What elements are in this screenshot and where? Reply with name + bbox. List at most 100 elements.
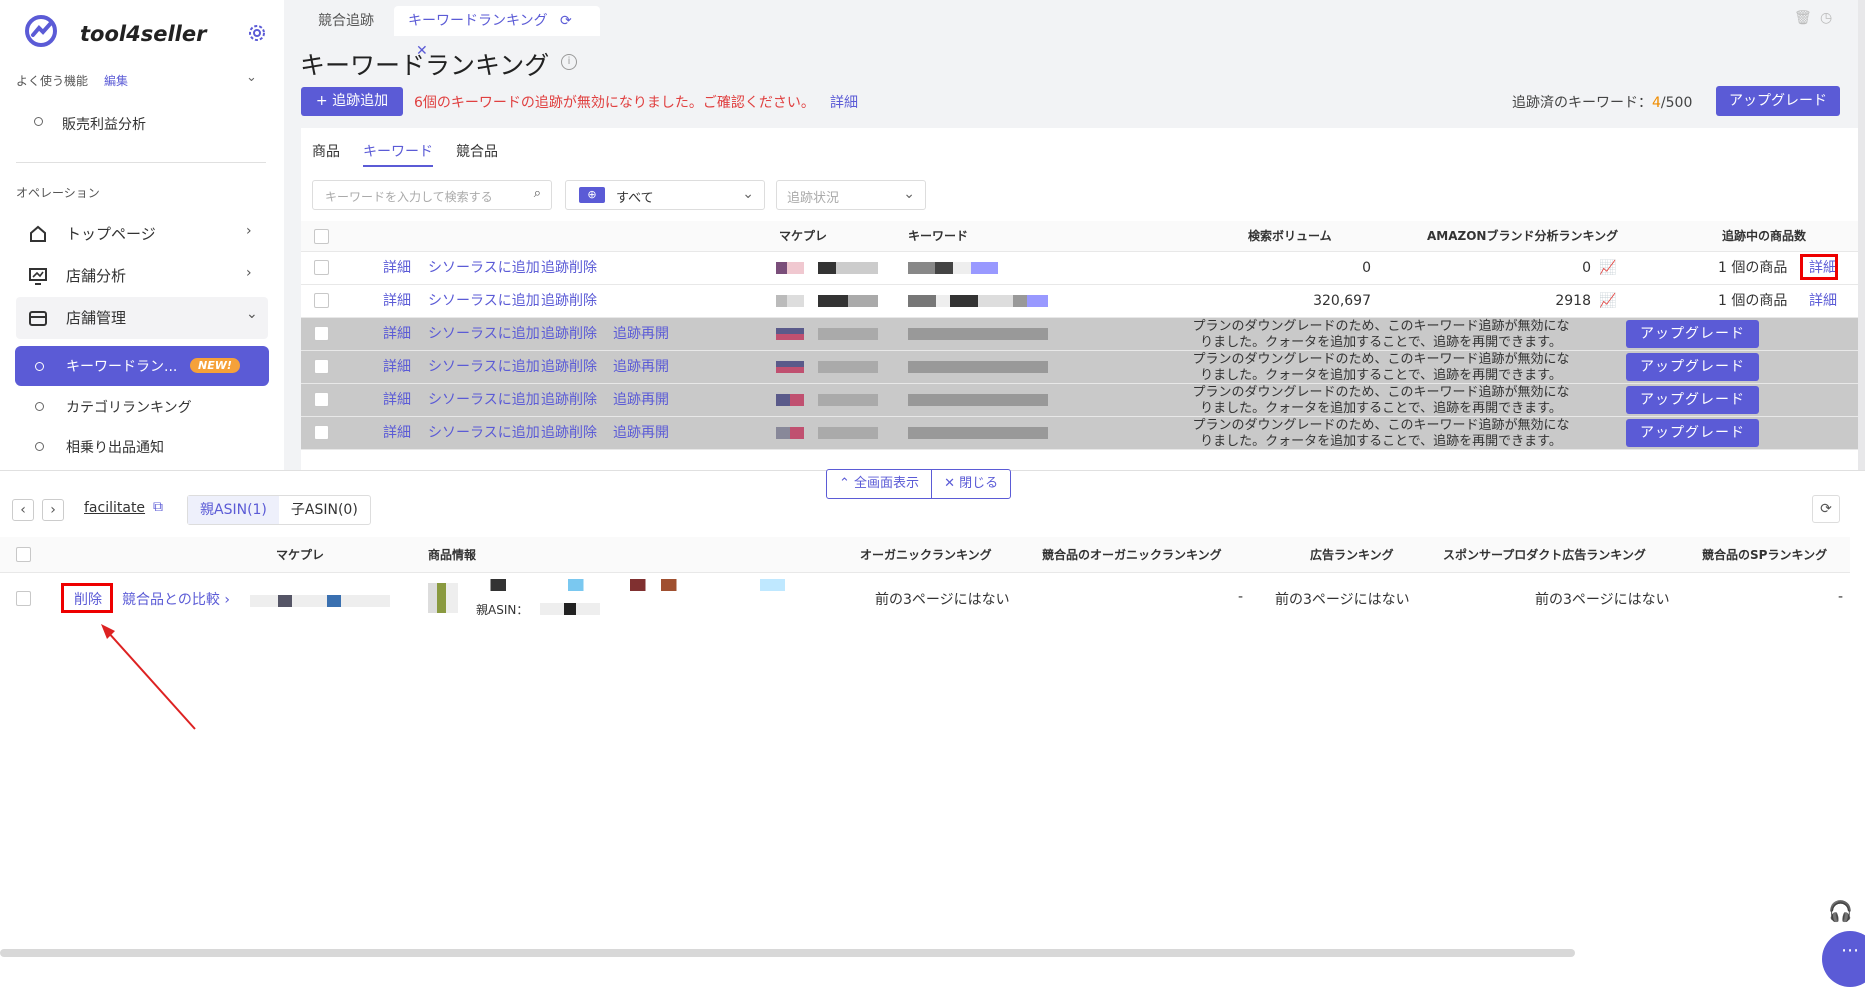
disabled-message-line2: りました。クォータを追加することで、追跡を再開できます。 — [1200, 434, 1562, 449]
sidebar-item-keyword-ranking-label: キーワードラン... — [66, 359, 178, 375]
status-select[interactable]: 追跡状況 ⌄ — [776, 180, 926, 210]
external-link-icon[interactable]: ⧉ — [153, 499, 163, 515]
add-thesaurus-link[interactable]: シソーラスに追加 — [428, 285, 540, 318]
sidebar-item-store-analysis[interactable]: 店舗分析 — [66, 265, 126, 286]
tab-parent-asin[interactable]: 親ASIN(1) — [188, 496, 279, 524]
select-all-checkbox[interactable] — [16, 547, 31, 562]
content-card: 商品 キーワード 競合品 キーワードを入力して検索する ⌕ ⊕ すべて ⌄ 追跡… — [301, 128, 1858, 470]
row-checkbox[interactable] — [314, 392, 329, 407]
add-thesaurus-link[interactable]: シソーラスに追加 — [428, 351, 540, 384]
row-detail-link[interactable]: 詳細 — [383, 252, 411, 285]
row-checkbox[interactable] — [314, 260, 329, 275]
add-tracking-button[interactable]: + 追跡追加 — [301, 87, 403, 116]
delete-tracking-link[interactable]: 追跡削除 — [541, 417, 597, 450]
store-analysis-icon — [28, 266, 48, 286]
blurred-keyword — [818, 262, 878, 274]
header-products: 追跡中の商品数 — [1722, 229, 1807, 243]
blurred-market — [776, 328, 804, 340]
disabled-message-line2: りました。クォータを追加することで、追跡を再開できます。 — [1200, 401, 1562, 416]
next-button[interactable]: › — [42, 499, 64, 521]
row-detail-link[interactable]: 詳細 — [383, 351, 411, 384]
info-icon[interactable]: i — [561, 54, 577, 70]
table-row: 詳細 シソーラスに追加 追跡削除 追跡再開 プランのダウングレードのため、このキ… — [301, 384, 1858, 417]
disabled-message-line1: プランのダウングレードのため、このキーワード追跡が無効にな — [1192, 352, 1570, 367]
highlight-box — [61, 583, 113, 613]
row-detail-link[interactable]: 詳細 — [383, 417, 411, 450]
row-detail-link[interactable]: 詳細 — [383, 384, 411, 417]
trend-chart-icon[interactable]: 📈 — [1599, 285, 1616, 318]
active-tab-underline — [363, 165, 433, 167]
upgrade-button[interactable]: アップグレード — [1716, 86, 1840, 116]
products-detail-link[interactable]: 詳細 — [1809, 285, 1837, 318]
add-thesaurus-link[interactable]: シソーラスに追加 — [428, 252, 540, 285]
delete-tracking-link[interactable]: 追跡削除 — [541, 318, 597, 351]
product-thumbnail — [428, 583, 458, 613]
row-upgrade-button[interactable]: アップグレード — [1626, 320, 1759, 348]
header-keyword: キーワード — [908, 229, 969, 243]
bullet-icon — [35, 362, 44, 371]
sidebar-item-store-management[interactable]: 店舗管理 — [66, 307, 126, 328]
row-checkbox[interactable] — [314, 326, 329, 341]
select-all-checkbox[interactable] — [314, 229, 329, 244]
row-detail-link[interactable]: 詳細 — [383, 318, 411, 351]
add-thesaurus-link[interactable]: シソーラスに追加 — [428, 384, 540, 417]
add-thesaurus-link[interactable]: シソーラスに追加 — [428, 417, 540, 450]
sidebar-item-top-page[interactable]: トップページ — [66, 223, 156, 244]
main-scrollbar[interactable] — [1858, 0, 1865, 470]
close-label: 閉じる — [959, 476, 999, 491]
support-headset-icon[interactable]: 🎧 — [1828, 899, 1853, 923]
compare-link[interactable]: 競合品との比較 › — [122, 589, 230, 609]
store-icon — [28, 308, 48, 328]
fullscreen-button[interactable]: ⌃ 全画面表示 — [827, 470, 933, 498]
delete-tracking-link[interactable]: 追跡削除 — [541, 285, 597, 318]
ad-rank-value: 前の3ページにはない — [1275, 592, 1410, 608]
refresh-icon[interactable]: ⟳ — [1812, 495, 1840, 523]
disabled-message-line1: プランのダウングレードのため、このキーワード追跡が無効にな — [1192, 418, 1570, 433]
chevron-up-icon: ⌃ — [839, 476, 850, 491]
delete-tracking-link[interactable]: 追跡削除 — [541, 351, 597, 384]
sidebar-item-category-ranking[interactable]: カテゴリランキング — [66, 397, 192, 417]
tab-keyword-ranking[interactable]: キーワードランキング ⟳ ✕ — [394, 6, 600, 59]
delete-tracking-link[interactable]: 追跡削除 — [541, 384, 597, 417]
resume-tracking-link[interactable]: 追跡再開 — [613, 384, 669, 417]
more-chat-button[interactable]: ⋯ — [1822, 931, 1865, 987]
app-name: tool4seller — [80, 22, 207, 46]
clock-icon[interactable]: ◷ — [1820, 10, 1832, 26]
header-competitor-sp: 競合品のSPランキング — [1702, 548, 1828, 562]
row-upgrade-button[interactable]: アップグレード — [1626, 419, 1759, 447]
row-checkbox[interactable] — [314, 425, 329, 440]
close-panel-button[interactable]: ✕ 閉じる — [932, 470, 1010, 498]
add-thesaurus-link[interactable]: シソーラスに追加 — [428, 318, 540, 351]
sidebar-item-hijack-alert[interactable]: 相乗り出品通知 — [66, 437, 164, 457]
favorites-edit-link[interactable]: 編集 — [104, 72, 128, 89]
resume-tracking-link[interactable]: 追跡再開 — [613, 318, 669, 351]
subtab-products[interactable]: 商品 — [312, 141, 340, 161]
horizontal-scrollbar[interactable] — [0, 949, 1575, 957]
delete-tracking-link[interactable]: 追跡削除 — [541, 252, 597, 285]
keyword-link[interactable]: facilitate — [84, 500, 145, 516]
subtab-competitors[interactable]: 競合品 — [456, 141, 498, 161]
row-upgrade-button[interactable]: アップグレード — [1626, 386, 1759, 414]
keyword-search-input[interactable]: キーワードを入力して検索する ⌕ — [312, 180, 552, 210]
tab-child-asin[interactable]: 子ASIN(0) — [279, 496, 370, 524]
chevron-down-icon[interactable]: ⌄ — [246, 70, 257, 85]
detail-panel: ⌃ 全画面表示 ✕ 閉じる ‹ › facilitate ⧉ 親ASIN(1) … — [0, 469, 1865, 987]
settings-gear-icon[interactable] — [246, 22, 268, 44]
refresh-icon[interactable]: ⟳ — [560, 13, 572, 29]
sidebar-item-profit-analysis[interactable]: 販売利益分析 — [62, 114, 146, 134]
tab-competitor-tracking[interactable]: 競合追跡 — [304, 6, 388, 36]
trend-chart-icon[interactable]: 📈 — [1599, 252, 1616, 285]
row-checkbox[interactable] — [16, 591, 31, 606]
prev-button[interactable]: ‹ — [12, 499, 34, 521]
resume-tracking-link[interactable]: 追跡再開 — [613, 351, 669, 384]
subtab-keywords[interactable]: キーワード — [363, 141, 433, 161]
marketplace-select[interactable]: ⊕ すべて ⌄ — [565, 180, 765, 210]
fullscreen-label: 全画面表示 — [854, 476, 920, 491]
row-checkbox[interactable] — [314, 359, 329, 374]
row-detail-link[interactable]: 詳細 — [383, 285, 411, 318]
warning-detail-link[interactable]: 詳細 — [830, 92, 858, 112]
trash-icon[interactable]: 🗑 — [1794, 10, 1812, 26]
row-upgrade-button[interactable]: アップグレード — [1626, 353, 1759, 381]
row-checkbox[interactable] — [314, 293, 329, 308]
resume-tracking-link[interactable]: 追跡再開 — [613, 417, 669, 450]
